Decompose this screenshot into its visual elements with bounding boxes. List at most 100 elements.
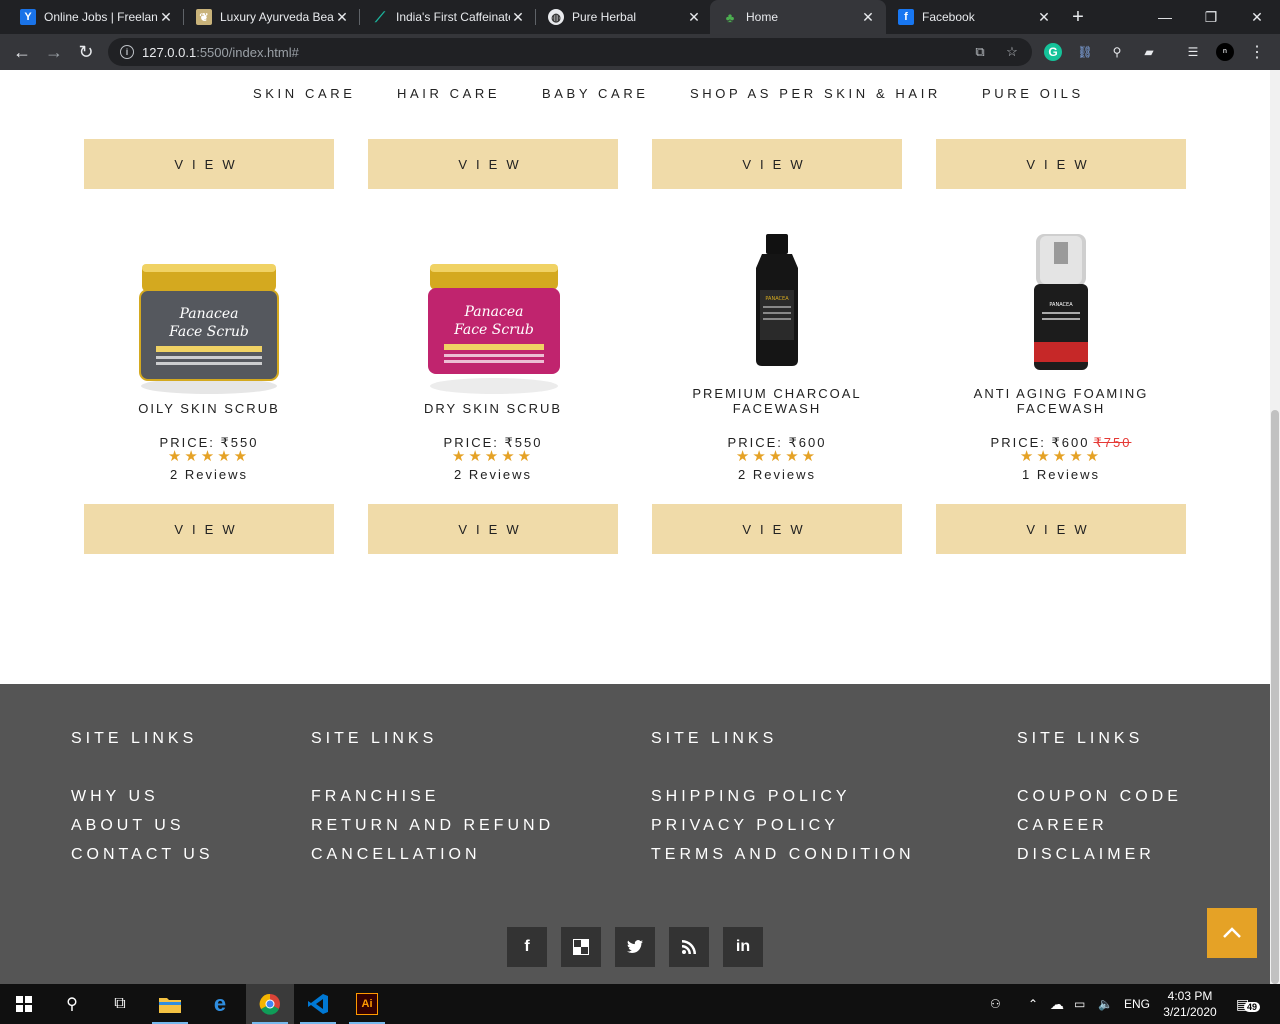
- view-button[interactable]: VIEW: [368, 504, 618, 554]
- rss-icon[interactable]: [669, 927, 709, 967]
- review-count[interactable]: 2 Reviews: [84, 467, 334, 482]
- page-scrollbar[interactable]: [1270, 70, 1280, 984]
- svg-text:Face Scrub: Face Scrub: [453, 322, 534, 338]
- browser-tab[interactable]: ◍ Pure Herbal ✕: [536, 0, 712, 34]
- restore-button[interactable]: ❐: [1188, 0, 1234, 34]
- edge-browser-icon[interactable]: e: [196, 984, 244, 1024]
- grammarly-icon[interactable]: G: [1044, 43, 1062, 61]
- footer-link-coupon-code[interactable]: COUPON CODE: [1017, 788, 1182, 806]
- nav-skin-care[interactable]: SKIN CARE: [253, 86, 355, 101]
- site-info-icon[interactable]: i: [120, 45, 134, 59]
- facebook-icon[interactable]: f: [507, 927, 547, 967]
- vscode-icon[interactable]: [294, 984, 342, 1024]
- review-count[interactable]: 1 Reviews: [936, 467, 1186, 482]
- bookmark-star-icon[interactable]: ☆: [1004, 44, 1020, 60]
- people-icon[interactable]: ⚇: [990, 984, 1001, 1024]
- language-indicator[interactable]: ENG: [1124, 984, 1150, 1024]
- footer-link-return-refund[interactable]: RETURN AND REFUND: [311, 817, 554, 835]
- back-to-top-button[interactable]: [1207, 908, 1257, 958]
- product-name[interactable]: OILY SKIN SCRUB: [84, 401, 334, 416]
- close-tab-icon[interactable]: ✕: [334, 9, 350, 26]
- profile-avatar-icon[interactable]: ⁿ: [1216, 43, 1234, 61]
- rating-stars: ★★★★★: [1019, 448, 1103, 465]
- address-bar[interactable]: i 127.0.0.1:5500/index.html# ⧉ ☆: [108, 38, 1032, 66]
- close-tab-icon[interactable]: ✕: [510, 9, 526, 26]
- footer-heading: SITE LINKS: [311, 730, 438, 747]
- view-button[interactable]: VIEW: [368, 139, 618, 189]
- product-name[interactable]: PREMIUM CHARCOAL FACEWASH: [652, 386, 902, 416]
- new-tab-button[interactable]: +: [1066, 5, 1090, 29]
- close-tab-icon[interactable]: ✕: [158, 9, 174, 26]
- minimize-button[interactable]: —: [1142, 0, 1188, 34]
- footer-heading: SITE LINKS: [1017, 730, 1144, 747]
- forward-button[interactable]: →: [40, 38, 68, 66]
- menu-icon[interactable]: ⋮: [1248, 43, 1266, 61]
- windows-start-icon[interactable]: [0, 984, 48, 1024]
- browser-tab[interactable]: Y Online Jobs | Freelance ✕: [8, 0, 184, 34]
- nav-baby-care[interactable]: BABY CARE: [542, 86, 649, 101]
- view-button[interactable]: VIEW: [936, 504, 1186, 554]
- illustrator-icon[interactable]: Ai: [343, 984, 391, 1024]
- close-tab-icon[interactable]: ✕: [686, 9, 702, 26]
- view-button[interactable]: VIEW: [84, 139, 334, 189]
- footer-link-why-us[interactable]: WHY US: [71, 788, 159, 806]
- footer-link-about-us[interactable]: ABOUT US: [71, 817, 185, 835]
- chrome-icon[interactable]: [246, 984, 294, 1024]
- browser-tab[interactable]: ⟋ India's First Caffeinated ✕: [360, 0, 536, 34]
- task-view-icon[interactable]: ⧉: [96, 984, 144, 1024]
- footer-link-cancellation[interactable]: CANCELLATION: [311, 846, 481, 864]
- network-icon[interactable]: ▭: [1074, 984, 1085, 1024]
- footer-link-shipping-policy[interactable]: SHIPPING POLICY: [651, 788, 851, 806]
- link-icon[interactable]: ⛓: [1076, 43, 1094, 61]
- footer-link-terms[interactable]: TERMS AND CONDITION: [651, 846, 915, 864]
- nav-shop-as-per-skin-hair[interactable]: SHOP AS PER SKIN & HAIR: [690, 86, 941, 101]
- cast-icon[interactable]: ▰: [1140, 43, 1158, 61]
- translate-icon[interactable]: ⧉: [972, 44, 988, 60]
- product-name[interactable]: DRY SKIN SCRUB: [368, 401, 618, 416]
- chevron-up-icon[interactable]: ⌃: [1028, 984, 1038, 1024]
- view-button[interactable]: VIEW: [936, 139, 1186, 189]
- search-icon[interactable]: ⚲: [48, 984, 96, 1024]
- svg-text:Panacea: Panacea: [464, 304, 524, 320]
- close-tab-icon[interactable]: ✕: [860, 9, 876, 26]
- browser-tab[interactable]: ❦ Luxury Ayurveda Beauty ✕: [184, 0, 360, 34]
- twitter-icon[interactable]: [615, 927, 655, 967]
- product-image-oily-scrub[interactable]: Panacea Face Scrub: [136, 256, 282, 396]
- footer-link-career[interactable]: CAREER: [1017, 817, 1108, 835]
- product-image-charcoal-facewash[interactable]: PANACEA: [748, 234, 806, 366]
- delicious-icon[interactable]: [561, 927, 601, 967]
- footer-link-privacy-policy[interactable]: PRIVACY POLICY: [651, 817, 839, 835]
- volume-icon[interactable]: 🔈: [1098, 984, 1113, 1024]
- view-button[interactable]: VIEW: [84, 504, 334, 554]
- nav-hair-care[interactable]: HAIR CARE: [397, 86, 500, 101]
- close-tab-icon[interactable]: ✕: [1036, 9, 1052, 26]
- system-clock[interactable]: 4:03 PM 3/21/2020: [1150, 988, 1230, 1020]
- close-window-button[interactable]: ✕: [1234, 0, 1280, 34]
- media-control-icon[interactable]: ☰: [1184, 43, 1202, 61]
- reload-button[interactable]: ↻: [72, 38, 100, 66]
- footer-link-franchise[interactable]: FRANCHISE: [311, 788, 439, 806]
- browser-tab[interactable]: f Facebook ✕: [886, 0, 1062, 34]
- footer-link-contact-us[interactable]: CONTACT US: [71, 846, 214, 864]
- view-button[interactable]: VIEW: [652, 139, 902, 189]
- browser-tab-active[interactable]: ♣ Home ✕: [710, 0, 886, 34]
- onedrive-icon[interactable]: ☁: [1050, 984, 1064, 1024]
- product-image-dry-scrub[interactable]: Panacea Face Scrub: [424, 260, 564, 396]
- page-viewport: SKIN CARE HAIR CARE BABY CARE SHOP AS PE…: [0, 70, 1280, 984]
- linkedin-icon[interactable]: in: [723, 927, 763, 967]
- tab-title: Pure Herbal: [572, 10, 637, 24]
- footer-link-disclaimer[interactable]: DISCLAIMER: [1017, 846, 1155, 864]
- action-center-icon[interactable]: ▤ 49: [1236, 984, 1261, 1024]
- view-button[interactable]: VIEW: [652, 504, 902, 554]
- product-image-foaming-facewash[interactable]: PANACEA: [1030, 234, 1092, 370]
- product-name[interactable]: ANTI AGING FOAMING FACEWASH: [936, 386, 1186, 416]
- file-explorer-icon[interactable]: [146, 984, 194, 1024]
- scrollbar-thumb[interactable]: [1271, 410, 1279, 984]
- extension-icon[interactable]: ⚲: [1108, 43, 1126, 61]
- review-count[interactable]: 2 Reviews: [652, 467, 902, 482]
- nav-pure-oils[interactable]: PURE OILS: [982, 86, 1084, 101]
- review-count[interactable]: 2 Reviews: [368, 467, 618, 482]
- facebook-icon: f: [898, 9, 914, 25]
- windows-taskbar: ⚲ ⧉ e Ai ⚇ ⌃ ☁ ▭ 🔈 ENG 4:03 PM 3/21/2020…: [0, 984, 1280, 1024]
- back-button[interactable]: ←: [8, 38, 36, 66]
